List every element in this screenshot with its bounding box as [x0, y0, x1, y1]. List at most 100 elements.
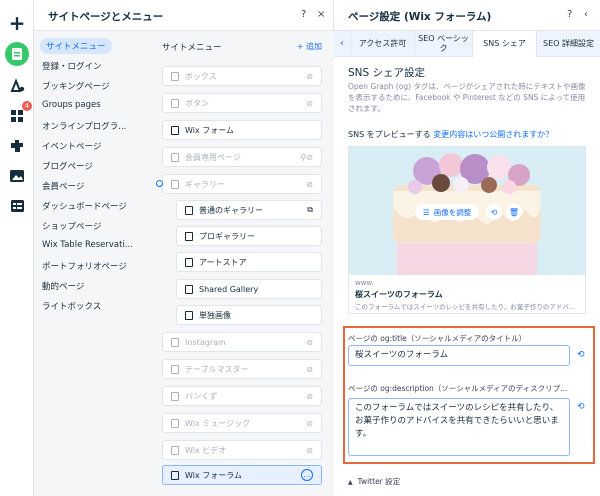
social-preview-card: ☰ 画像を調整 ⟲ 🗑 www. 桜スイーツのフォーラム このフォーラムではスイー… — [348, 146, 586, 314]
preview-line: SNS をプレビューする 変更内容はいつ公開されますか？ — [348, 130, 554, 139]
og-title-input[interactable]: 桜スイーツのフォーラム — [348, 345, 570, 366]
page-item[interactable]: Wix ビデオ ⊘ — [162, 440, 322, 460]
page-item[interactable]: Wix フォーム — [162, 120, 322, 140]
page-item-gallery[interactable]: ギャラリー ⊘ — [156, 174, 322, 194]
page-item[interactable]: テーブルマスター ⊘ — [162, 359, 322, 379]
menu-item[interactable]: Groups pages — [42, 100, 101, 110]
menu-item[interactable]: イベントページ — [42, 140, 101, 152]
section-title: SNS シェア設定 — [348, 67, 426, 79]
page-item[interactable]: Shared Gallery — [176, 279, 322, 299]
tab-seo-advanced[interactable]: SEO 詳細設定 — [536, 31, 600, 57]
preview-image[interactable]: ☰ 画像を調整 ⟲ 🗑 — [349, 147, 585, 275]
page-item[interactable]: 会員専用ページ ⚲⊘ — [162, 147, 322, 167]
table-icon[interactable] — [7, 196, 27, 216]
folder-icon — [171, 179, 179, 189]
menu-item[interactable]: ライトボックス — [42, 300, 101, 312]
hidden-eye-icon: ⊘ — [306, 179, 313, 189]
tab-permissions[interactable]: アクセス許可 — [350, 31, 414, 57]
apps-badge: 4 — [22, 101, 32, 111]
settings-tabs: ‹ アクセス許可 SEO ベーシック SNS シェア SEO 詳細設定 — [334, 31, 600, 57]
site-pages-panel: サイトページとメニュー ? × サイトメニュー 登録・ログイン ブッキングページ… — [34, 0, 334, 496]
page-item[interactable]: 普通のギャラリー ⧉ — [176, 200, 322, 220]
og-title-label: ページの og:title（ソーシャルメディアのタイトル） — [348, 334, 527, 343]
more-actions-icon[interactable]: … — [301, 469, 313, 481]
page-icon — [185, 205, 193, 215]
editor-window: + 4 サイトページとメニュー ? × サイトメニュー 登録・ログイン ブッキン… — [0, 0, 600, 496]
design-icon[interactable] — [7, 76, 27, 96]
hidden-eye-icon: ⊘ — [306, 445, 313, 455]
page-icon — [171, 152, 179, 162]
publish-info-link[interactable]: 変更内容はいつ公開されますか？ — [433, 130, 553, 139]
preview-description: このフォーラムではスイーツのレシピを共有したり、お菓子作りのアドバ... — [355, 303, 576, 311]
tab-seo-basics[interactable]: SEO ベーシック — [414, 31, 472, 57]
site-menu-pages: サイトメニュー + 追加 ボックス ⊘ ボタン ⊘ Wix フォーム 会員専用ページ… — [154, 31, 334, 496]
help-icon[interactable]: ? — [567, 9, 572, 20]
menu-item[interactable]: 登録・ログイン — [42, 60, 102, 72]
hidden-eye-icon: ⊘ — [306, 418, 313, 428]
twitter-settings-toggle[interactable]: ▲ Twitter 設定 — [348, 476, 400, 487]
reset-description-icon[interactable]: ⟲ — [577, 402, 585, 412]
page-icon — [171, 125, 179, 135]
page-item[interactable]: プロギャラリー — [176, 226, 322, 246]
page-item[interactable]: ボタン ⊘ — [162, 93, 322, 113]
reset-title-icon[interactable]: ⟲ — [577, 350, 585, 360]
menu-item[interactable]: Wix Table Reservati... — [42, 240, 133, 250]
back-icon[interactable]: ‹ — [584, 9, 588, 20]
left-rail: + 4 — [0, 0, 34, 496]
help-icon[interactable]: ? — [301, 9, 306, 20]
adjust-image-button[interactable]: ☰ 画像を調整 — [415, 204, 480, 220]
menu-item[interactable]: ショップページ — [42, 220, 101, 232]
page-icon — [171, 71, 179, 81]
page-item[interactable]: Instagram ⊘ — [162, 332, 322, 352]
og-description-textarea[interactable]: このフォーラムではスイーツのレシピを共有したり、お菓子作りのアドバイスを共有でき… — [348, 398, 570, 456]
hidden-eye-icon: ⊘ — [306, 98, 313, 108]
media-icon[interactable] — [7, 166, 27, 186]
page-icon — [171, 98, 179, 108]
page-item[interactable]: アートストア — [176, 252, 322, 272]
page-icon — [185, 231, 193, 241]
pages-icon[interactable] — [5, 42, 29, 66]
page-item[interactable]: Wix ミュージック ⊘ — [162, 413, 322, 433]
page-icon — [171, 364, 179, 374]
gallery-page-icon — [185, 284, 193, 294]
site-menu-title: サイトメニュー — [162, 43, 222, 53]
close-icon[interactable]: × — [317, 9, 325, 20]
hidden-eye-icon: ⊘ — [306, 71, 313, 81]
page-settings-title: ページ設定 (Wix フォーラム) — [348, 11, 492, 23]
menu-item[interactable]: ポートフォリオページ — [42, 260, 127, 272]
members-hidden-icon: ⚲⊘ — [300, 152, 313, 162]
section-description: Open Graph (og) タグは、ページがシェアされた時にテキストや画像を… — [348, 82, 586, 113]
sliders-icon: ☰ — [423, 207, 430, 217]
page-icon — [171, 337, 179, 347]
plus-icon[interactable]: + — [5, 11, 29, 35]
add-page-button[interactable]: + 追加 — [297, 41, 322, 52]
hidden-eye-icon: ⊘ — [306, 337, 313, 347]
site-pages-header: サイトページとメニュー ? × — [34, 0, 334, 31]
hidden-eye-icon: ⊘ — [306, 364, 313, 374]
page-item[interactable]: パンくず ⊘ — [162, 386, 322, 406]
og-description-label: ページの og:description（ソーシャルメディアのディスクリプ... — [348, 384, 568, 393]
page-item[interactable]: ボックス ⊘ — [162, 66, 322, 86]
menu-item[interactable]: ダッシュボードページ — [42, 200, 127, 212]
hidden-eye-icon: ⊘ — [306, 391, 313, 401]
drop-indicator — [156, 180, 163, 187]
page-settings-header: ページ設定 (Wix フォーラム) ? ‹ — [334, 0, 600, 31]
menu-item[interactable]: 動的ページ — [42, 280, 84, 292]
page-icon — [171, 418, 179, 428]
replace-image-icon[interactable]: ⟲ — [486, 204, 502, 220]
panel-title: サイトページとメニュー — [48, 11, 164, 23]
puzzle-icon[interactable] — [7, 136, 27, 156]
caret-up-icon: ▲ — [348, 479, 353, 486]
page-item[interactable]: 単独画像 — [176, 305, 322, 325]
link-icon: ⧉ — [307, 205, 313, 214]
menu-item[interactable]: ブッキングページ — [42, 80, 110, 92]
delete-image-icon[interactable]: 🗑 — [506, 204, 522, 220]
menu-item[interactable]: ブログページ — [42, 160, 93, 172]
chevron-left-icon[interactable]: ‹ — [340, 38, 344, 49]
menu-item[interactable]: 会員ページ — [42, 180, 84, 192]
tab-social-share[interactable]: SNS シェア — [472, 31, 536, 57]
menu-item[interactable]: オンラインプログラ... — [42, 120, 126, 132]
page-item-selected[interactable]: Wix フォーラム… — [162, 465, 322, 485]
page-icon — [185, 257, 193, 267]
menu-item-site-menu[interactable]: サイトメニュー — [40, 38, 112, 54]
